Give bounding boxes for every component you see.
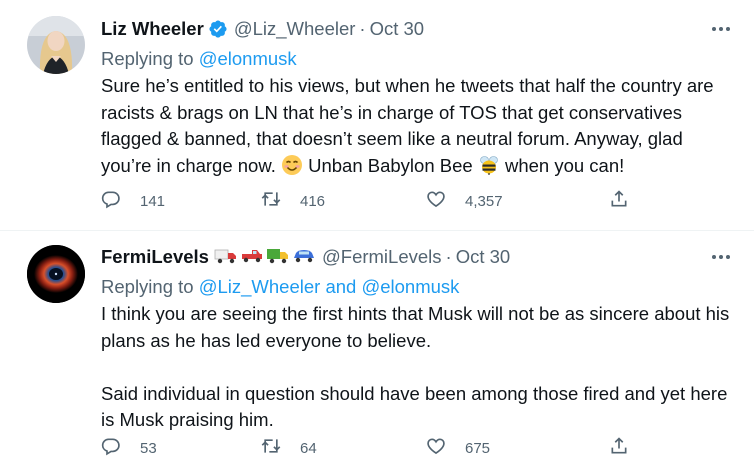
handle[interactable]: @FermiLevels	[322, 246, 442, 268]
retweet-button[interactable]: 416	[261, 186, 325, 216]
reply-icon	[101, 189, 121, 213]
reply-button[interactable]: 141	[101, 186, 165, 216]
smiling-face-emoji	[281, 154, 303, 184]
tweet-text: I think you are seeing the first hints t…	[101, 301, 734, 434]
tweet-text: Sure he’s entitled to his views, but whe…	[101, 73, 734, 183]
tweet-paragraph: Said individual in question should have …	[101, 382, 728, 431]
handle[interactable]: @Liz_Wheeler	[234, 18, 356, 40]
like-icon	[426, 436, 446, 460]
name-emojis	[214, 245, 316, 270]
bee-emoji	[478, 154, 500, 184]
avatar[interactable]	[27, 245, 85, 303]
display-name[interactable]: Liz Wheeler	[101, 18, 204, 40]
reply-button[interactable]: 53	[101, 433, 157, 463]
like-count: 4,357	[465, 192, 503, 210]
mention-link[interactable]: @elonmusk	[199, 48, 297, 69]
retweet-count: 416	[300, 192, 326, 210]
car-emoji	[292, 245, 316, 270]
tweet-feed: Liz Wheeler @Liz_Wheeler · Oct 30 Replyi…	[0, 0, 754, 466]
tweet-header: FermiLevels @FermiLevels · Oct 30	[101, 242, 734, 272]
share-icon	[609, 189, 629, 213]
reply-count: 53	[140, 439, 157, 457]
timestamp[interactable]: Oct 30	[370, 18, 425, 40]
share-icon	[609, 436, 629, 460]
reply-count: 141	[140, 192, 166, 210]
replying-to-label: Replying to	[101, 48, 199, 69]
share-button[interactable]	[609, 186, 629, 216]
separator-dot: ·	[359, 18, 366, 39]
like-count: 675	[465, 439, 491, 457]
retweet-icon	[261, 436, 281, 460]
replying-to: Replying to @elonmusk	[101, 44, 734, 73]
reply-icon	[101, 436, 121, 460]
tweet[interactable]: FermiLevels @FermiLevels · Oct 30 Replyi…	[0, 231, 754, 466]
tweet-paragraph: I think you are seeing the first hints t…	[101, 303, 730, 351]
more-icon[interactable]	[708, 247, 734, 267]
display-name[interactable]: FermiLevels	[101, 246, 209, 268]
verified-badge-icon	[208, 19, 228, 39]
avatar[interactable]	[27, 16, 85, 74]
truck-emoji	[266, 245, 290, 270]
like-button[interactable]: 4,357	[426, 186, 503, 216]
more-icon[interactable]	[708, 19, 734, 39]
separator-dot: ·	[445, 246, 452, 267]
tweet-actions: 53 64 675	[101, 433, 641, 463]
tweet-text-part: when you can!	[499, 154, 625, 176]
retweet-button[interactable]: 64	[261, 433, 317, 463]
share-button[interactable]	[609, 433, 629, 463]
like-icon	[426, 189, 446, 213]
tweet[interactable]: Liz Wheeler @Liz_Wheeler · Oct 30 Replyi…	[0, 0, 754, 231]
mention-link[interactable]: @Liz_Wheeler and @elonmusk	[199, 276, 460, 297]
replying-to: Replying to @Liz_Wheeler and @elonmusk	[101, 272, 734, 301]
truck-emoji	[240, 245, 264, 270]
tweet-header: Liz Wheeler @Liz_Wheeler · Oct 30	[101, 14, 734, 44]
replying-to-label: Replying to	[101, 276, 199, 297]
like-button[interactable]: 675	[426, 433, 490, 463]
truck-emoji	[214, 245, 238, 270]
timestamp[interactable]: Oct 30	[456, 246, 511, 268]
tweet-actions: 141 416 4,357	[101, 186, 641, 216]
retweet-count: 64	[300, 439, 317, 457]
retweet-icon	[261, 189, 281, 213]
tweet-text-part: Unban Babylon Bee	[302, 154, 478, 176]
